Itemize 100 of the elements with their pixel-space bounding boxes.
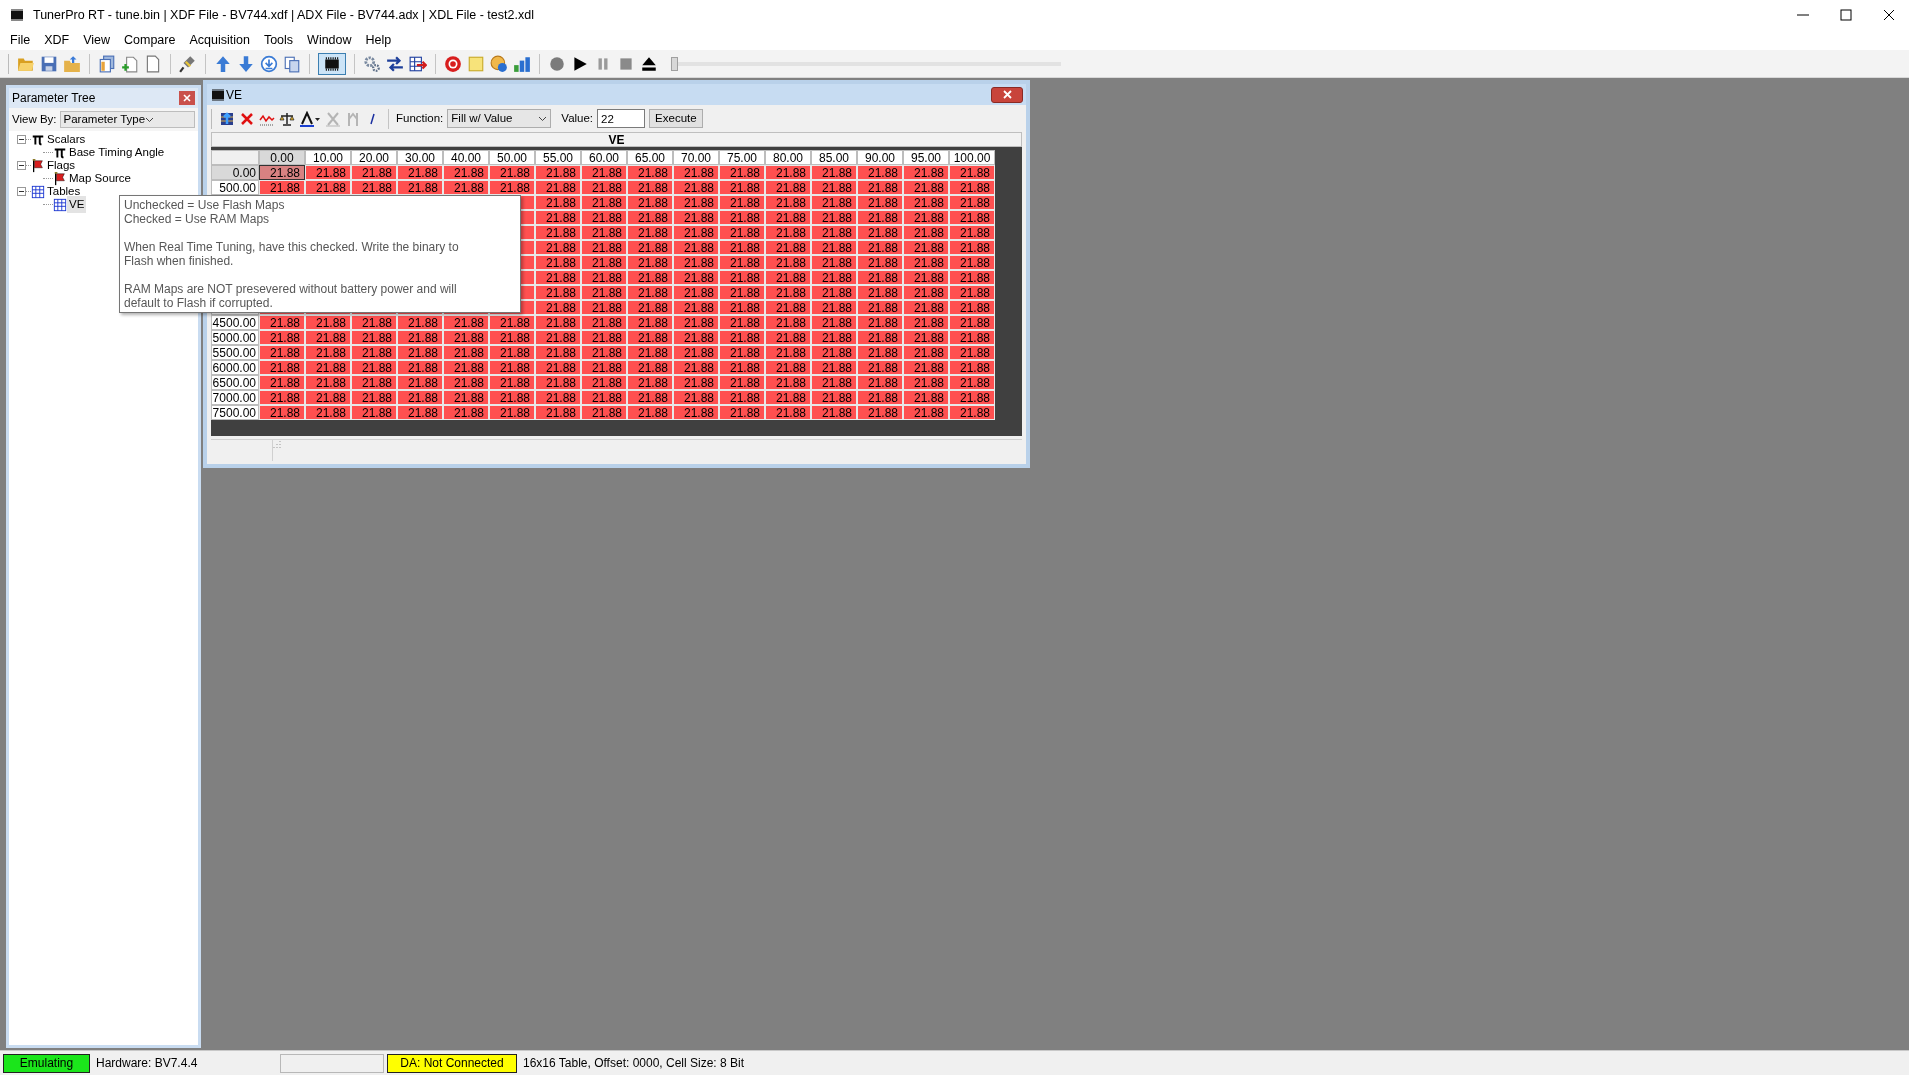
- table-cell[interactable]: 21.88: [535, 285, 581, 300]
- font-color-icon[interactable]: [299, 110, 321, 127]
- table-cell[interactable]: 21.88: [673, 180, 719, 195]
- table-cell[interactable]: 21.88: [673, 330, 719, 345]
- table-cell[interactable]: 21.88: [535, 210, 581, 225]
- table-cell[interactable]: 21.88: [811, 345, 857, 360]
- table-cell[interactable]: 21.88: [627, 390, 673, 405]
- gears-icon[interactable]: [363, 54, 381, 73]
- table-cell[interactable]: 21.88: [765, 255, 811, 270]
- save-icon[interactable]: [40, 54, 58, 73]
- table-cell[interactable]: 21.88: [903, 195, 949, 210]
- table-cell[interactable]: 21.88: [581, 360, 627, 375]
- table-cell[interactable]: 21.88: [535, 405, 581, 420]
- menu-item[interactable]: XDF: [37, 30, 77, 50]
- table-cell[interactable]: 21.88: [857, 405, 903, 420]
- table-cell[interactable]: 21.88: [581, 390, 627, 405]
- table-cell[interactable]: 21.88: [719, 195, 765, 210]
- table-cell[interactable]: 21.88: [765, 315, 811, 330]
- play-icon[interactable]: [571, 54, 589, 73]
- table-cell[interactable]: 21.88: [627, 210, 673, 225]
- table-cell[interactable]: 21.88: [857, 180, 903, 195]
- table-cell[interactable]: 21.88: [719, 360, 765, 375]
- table-cell[interactable]: 21.88: [443, 375, 489, 390]
- table-cell[interactable]: 21.88: [673, 255, 719, 270]
- table-cell[interactable]: 21.88: [351, 360, 397, 375]
- folder-arrow-icon[interactable]: [63, 54, 81, 73]
- table-cell[interactable]: 21.88: [765, 390, 811, 405]
- table-cell[interactable]: 21.88: [673, 165, 719, 180]
- table-cell[interactable]: 21.88: [811, 195, 857, 210]
- table-cell[interactable]: 21.88: [765, 210, 811, 225]
- table-cell[interactable]: 21.88: [305, 360, 351, 375]
- table-cell[interactable]: 21.88: [903, 285, 949, 300]
- table-cell[interactable]: 21.88: [259, 375, 305, 390]
- table-cell[interactable]: 21.88: [903, 225, 949, 240]
- download-circle-icon[interactable]: [260, 54, 278, 73]
- record-icon[interactable]: [548, 54, 566, 73]
- table-cell[interactable]: 21.88: [397, 345, 443, 360]
- table-cell[interactable]: 21.88: [351, 345, 397, 360]
- table-cell[interactable]: 21.88: [489, 360, 535, 375]
- table-cell[interactable]: 21.88: [305, 165, 351, 180]
- table-cell[interactable]: 21.88: [673, 285, 719, 300]
- table-cell[interactable]: 21.88: [627, 405, 673, 420]
- table-cell[interactable]: 21.88: [627, 360, 673, 375]
- table-cell[interactable]: 21.88: [949, 270, 995, 285]
- resize-grip-icon[interactable]: [273, 440, 281, 448]
- table-cell[interactable]: 21.88: [673, 345, 719, 360]
- table-cell[interactable]: 21.88: [397, 360, 443, 375]
- bar-chart-icon[interactable]: [513, 54, 531, 73]
- value-field[interactable]: 22: [597, 109, 646, 128]
- execute-button[interactable]: Execute: [649, 109, 703, 128]
- table-cell[interactable]: 21.88: [535, 255, 581, 270]
- table-cell[interactable]: 21.88: [443, 360, 489, 375]
- table-cell[interactable]: 21.88: [489, 390, 535, 405]
- table-cell[interactable]: 21.88: [443, 315, 489, 330]
- copy-icon[interactable]: [283, 54, 301, 73]
- table-cell[interactable]: 21.88: [903, 210, 949, 225]
- table-cell[interactable]: 21.88: [857, 210, 903, 225]
- table-cell[interactable]: 21.88: [903, 255, 949, 270]
- table-cell[interactable]: 21.88: [351, 330, 397, 345]
- table-cell[interactable]: 21.88: [765, 360, 811, 375]
- table-cell[interactable]: 21.88: [397, 390, 443, 405]
- table-cell[interactable]: 21.88: [857, 390, 903, 405]
- document-stack-icon[interactable]: [98, 54, 116, 73]
- table-cell[interactable]: 21.88: [535, 270, 581, 285]
- table-cell[interactable]: 21.88: [811, 375, 857, 390]
- table-cell[interactable]: 21.88: [305, 315, 351, 330]
- table-cell[interactable]: 21.88: [811, 315, 857, 330]
- table-cell[interactable]: 21.88: [765, 270, 811, 285]
- collapse-icon[interactable]: [17, 135, 26, 145]
- table-cell[interactable]: 21.88: [351, 390, 397, 405]
- table-cell[interactable]: 21.88: [581, 405, 627, 420]
- table-cell[interactable]: 21.88: [903, 390, 949, 405]
- table-cell[interactable]: 21.88: [259, 330, 305, 345]
- table-cell[interactable]: 21.88: [811, 165, 857, 180]
- table-cell[interactable]: 21.88: [857, 225, 903, 240]
- table-cell[interactable]: 21.88: [903, 300, 949, 315]
- table-cell[interactable]: 21.88: [673, 390, 719, 405]
- table-cell[interactable]: 21.88: [903, 405, 949, 420]
- table-cell[interactable]: 21.88: [581, 180, 627, 195]
- table-cell[interactable]: 21.88: [949, 315, 995, 330]
- table-cell[interactable]: 21.88: [627, 300, 673, 315]
- table-cell[interactable]: 21.88: [535, 330, 581, 345]
- table-cell[interactable]: 21.88: [259, 360, 305, 375]
- table-cell[interactable]: 21.88: [719, 345, 765, 360]
- table-cell[interactable]: 21.88: [443, 390, 489, 405]
- table-cell[interactable]: 21.88: [949, 210, 995, 225]
- table-cell[interactable]: 21.88: [535, 390, 581, 405]
- function-dropdown[interactable]: Fill w/ Value: [447, 109, 552, 128]
- table-cell[interactable]: 21.88: [489, 405, 535, 420]
- table-cell[interactable]: 21.88: [949, 390, 995, 405]
- table-cell[interactable]: 21.88: [719, 180, 765, 195]
- table-cell[interactable]: 21.88: [949, 165, 995, 180]
- table-cell[interactable]: 21.88: [397, 180, 443, 195]
- table-cell[interactable]: 21.88: [581, 300, 627, 315]
- table-cell[interactable]: 21.88: [765, 195, 811, 210]
- menu-item[interactable]: Window: [300, 30, 359, 50]
- table-cell[interactable]: 21.88: [443, 405, 489, 420]
- table-cell[interactable]: 21.88: [673, 375, 719, 390]
- table-cell[interactable]: 21.88: [673, 360, 719, 375]
- table-cell[interactable]: 21.88: [581, 240, 627, 255]
